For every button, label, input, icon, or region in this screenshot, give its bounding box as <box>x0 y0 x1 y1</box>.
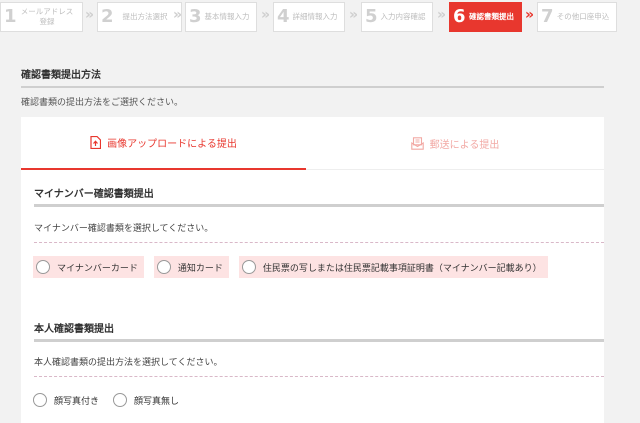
step-number: 5 <box>365 6 378 27</box>
radio-circle[interactable] <box>241 260 256 274</box>
submission-method-tabs: 画像アップロードによる提出 郵送による提出 <box>21 117 604 170</box>
mynumber-description: マイナンバー確認書類を選択してください。 <box>34 221 604 243</box>
progress-steps: 1 メールアドレス 登録 » 2 提出方法選択 » 3 基本情報入力 » 4 詳… <box>0 0 640 34</box>
step-number: 6 <box>453 6 466 27</box>
identity-description: 本人確認書類の提出方法を選択してください。 <box>34 355 604 377</box>
step-separator-icon: » <box>349 7 358 23</box>
section-description: 確認書類の提出方法をご選択ください。 <box>21 98 184 108</box>
step-label: 確認書類提出 <box>469 12 514 21</box>
step-separator-icon: » <box>437 7 446 23</box>
step-number: 4 <box>277 6 290 27</box>
submission-card: 画像アップロードによる提出 郵送による提出 マイナンバー確認書類提出 マイナンバ… <box>21 117 604 423</box>
step-label: 提出方法選択 <box>122 12 168 21</box>
tab-label: 郵送による提出 <box>429 139 500 151</box>
step-separator-icon: » <box>525 7 534 23</box>
radio-label: 通知カード <box>177 263 223 274</box>
step-document-submission: 6 確認書類提出 <box>449 2 522 32</box>
mynumber-title: マイナンバー確認書類提出 <box>34 185 604 207</box>
mynumber-options: マイナンバーカード 通知カード 住民票の写しまたは住民票記載事項証明書（マイナン… <box>33 256 548 278</box>
tab-mail[interactable]: 郵送による提出 <box>306 117 604 170</box>
step-label: メールアドレス 登録 <box>20 7 74 26</box>
radio-label: 住民票の写しまたは住民票記載事項証明書（マイナンバー記載あり） <box>262 263 542 274</box>
radio-label: 顔写真付き <box>54 396 100 407</box>
radio-without-photo[interactable]: 顔写真無し <box>113 389 187 411</box>
step-label: 詳細情報入力 <box>292 12 338 21</box>
radio-circle[interactable] <box>33 393 47 407</box>
step-number: 2 <box>101 6 114 27</box>
radio-label: 顔写真無し <box>134 396 180 407</box>
step-confirm-input: 5 入力内容確認 <box>361 2 433 32</box>
step-other-account: 7 その他口座申込 <box>537 2 617 32</box>
radio-with-photo[interactable]: 顔写真付き <box>33 389 107 411</box>
step-basic-info: 3 基本情報入力 <box>185 2 257 32</box>
radio-circle[interactable] <box>36 260 50 274</box>
step-detail-info: 4 詳細情報入力 <box>273 2 345 32</box>
radio-notification-card[interactable]: 通知カード <box>153 256 229 278</box>
identity-title: 本人確認書類提出 <box>34 320 604 342</box>
step-number: 7 <box>541 6 554 27</box>
step-email-registration: 1 メールアドレス 登録 <box>0 2 83 32</box>
step-label: 基本情報入力 <box>204 12 250 21</box>
mail-document-icon <box>410 136 424 150</box>
step-method-selection: 2 提出方法選択 <box>97 2 182 32</box>
radio-circle[interactable] <box>113 393 128 407</box>
step-separator-icon: » <box>261 7 270 23</box>
radio-circle[interactable] <box>156 260 171 274</box>
radio-resident-certificate[interactable]: 住民票の写しまたは住民票記載事項証明書（マイナンバー記載あり） <box>238 256 548 278</box>
step-label: その他口座申込 <box>556 12 610 21</box>
radio-label: マイナンバーカード <box>57 263 138 274</box>
identity-options: 顔写真付き 顔写真無し <box>33 389 187 411</box>
step-number: 3 <box>189 6 202 27</box>
section-title: 確認書類提出方法 <box>21 66 604 88</box>
step-separator-icon: » <box>173 7 182 23</box>
step-separator-icon: » <box>85 7 94 23</box>
step-number: 1 <box>4 6 17 27</box>
radio-mynumber-card[interactable]: マイナンバーカード <box>33 256 144 278</box>
upload-file-icon <box>90 136 102 149</box>
tab-label: 画像アップロードによる提出 <box>107 139 237 150</box>
step-label: 入力内容確認 <box>380 12 426 21</box>
tab-image-upload[interactable]: 画像アップロードによる提出 <box>21 117 306 170</box>
